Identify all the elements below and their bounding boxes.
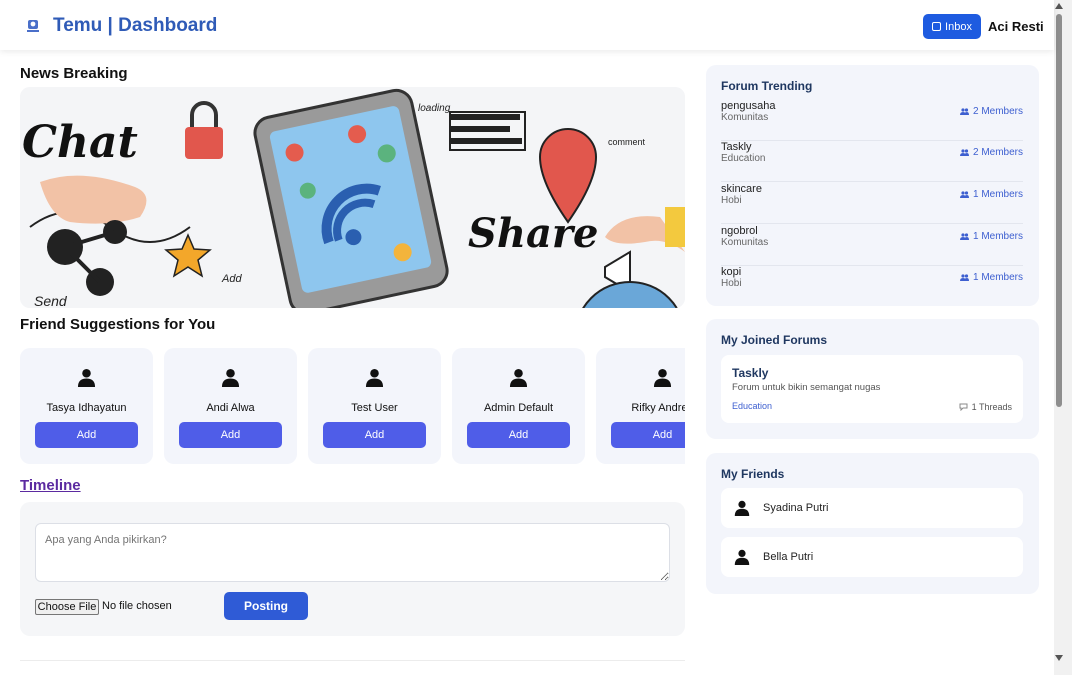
timeline-link[interactable]: Timeline <box>20 477 81 494</box>
joined-forum-description: Forum untuk bikin semangat nugas <box>732 382 881 393</box>
members-icon <box>959 233 969 240</box>
forum-members-count: 1 Members <box>972 189 1023 200</box>
add-friend-button[interactable]: Add <box>35 422 138 448</box>
friend-name: Syadina Putri <box>763 502 829 514</box>
friend-suggestions-carousel[interactable]: Tasya Idhayatun Add Andi Alwa Add Test U… <box>20 348 685 464</box>
divider <box>20 660 685 661</box>
top-navbar: Temu | Dashboard Inbox Aci Resti <box>0 0 1054 50</box>
inbox-button[interactable]: Inbox <box>923 14 981 39</box>
suggestions-section-title: Friend Suggestions for You <box>20 316 216 333</box>
svg-text:comment: comment <box>608 137 646 147</box>
brand-title[interactable]: Temu | Dashboard <box>53 15 217 37</box>
user-icon <box>509 368 528 387</box>
user-name[interactable]: Aci Resti <box>988 19 1044 34</box>
members-icon <box>959 274 969 281</box>
app-logo-icon[interactable] <box>24 17 42 35</box>
joined-forum-threads-count: 1 Threads <box>971 402 1012 412</box>
friend-card[interactable]: Bella Putri <box>721 537 1023 577</box>
joined-forum-card[interactable]: Taskly Forum untuk bikin semangat nugas … <box>721 355 1023 423</box>
suggestion-name: Rifky Andrea <box>631 402 685 414</box>
forum-trending-item[interactable]: Taskly Education 2 Members <box>721 141 1023 182</box>
news-section-title: News Breaking <box>20 65 128 82</box>
suggestion-name: Admin Default <box>483 402 554 414</box>
suggestion-name: Andi Alwa <box>206 402 255 414</box>
forum-name: pengusaha <box>721 100 776 112</box>
forum-name: Taskly <box>721 141 752 153</box>
joined-forum-name: Taskly <box>732 366 769 380</box>
forum-trending-item[interactable]: ngobrol Komunitas 1 Members <box>721 225 1023 266</box>
forum-members: 2 Members <box>959 147 1023 158</box>
choose-file-button[interactable]: Choose File <box>35 599 99 615</box>
members-icon <box>959 108 969 115</box>
inbox-label: Inbox <box>945 20 972 33</box>
svg-text:Add: Add <box>221 273 242 285</box>
joined-forums-title: My Joined Forums <box>721 333 828 347</box>
forum-members: 2 Members <box>959 106 1023 117</box>
forum-members-count: 2 Members <box>972 106 1023 117</box>
user-icon <box>77 368 96 387</box>
forum-trending-item[interactable]: pengusaha Komunitas 2 Members <box>721 100 1023 141</box>
forum-members-count: 1 Members <box>972 272 1023 283</box>
forum-members: 1 Members <box>959 189 1023 200</box>
my-friends-title: My Friends <box>721 467 785 481</box>
user-icon <box>734 549 750 565</box>
forum-members: 1 Members <box>959 231 1023 242</box>
scroll-up-arrow-icon[interactable] <box>1055 3 1063 9</box>
suggestion-name: Test User <box>351 402 398 414</box>
friend-name: Bella Putri <box>763 551 814 563</box>
forum-members-count: 2 Members <box>972 147 1023 158</box>
inbox-icon <box>932 22 942 31</box>
forum-name: kopi <box>721 266 742 278</box>
friend-card[interactable]: Syadina Putri <box>721 488 1023 528</box>
add-friend-button[interactable]: Add <box>179 422 282 448</box>
scrollbar-thumb[interactable] <box>1056 14 1062 407</box>
user-icon <box>365 368 384 387</box>
svg-text:Chat: Chat <box>22 117 138 168</box>
forum-name: skincare <box>721 183 762 195</box>
add-friend-button[interactable]: Add <box>323 422 426 448</box>
members-icon <box>959 191 969 198</box>
user-icon <box>221 368 240 387</box>
forum-category: Hobi <box>721 195 742 206</box>
social-media-illustration: Chat Share loading comment Add Send <box>20 87 685 308</box>
add-friend-button[interactable]: Add <box>467 422 570 448</box>
joined-forum-threads: 1 Threads <box>959 402 1012 412</box>
svg-text:loading: loading <box>418 103 451 114</box>
forum-category: Komunitas <box>721 112 769 123</box>
suggestion-card: Andi Alwa Add <box>164 348 297 464</box>
posting-button[interactable]: Posting <box>224 592 308 620</box>
svg-text:Share: Share <box>468 210 598 257</box>
add-friend-button[interactable]: Add <box>611 422 685 448</box>
forum-category: Hobi <box>721 278 742 289</box>
suggestion-name: Tasya Idhayatun <box>46 402 127 414</box>
forum-trending-item[interactable]: kopi Hobi 1 Members <box>721 266 1023 307</box>
forum-trending-title: Forum Trending <box>721 79 813 93</box>
forum-members-count: 1 Members <box>972 231 1023 242</box>
post-textarea[interactable] <box>35 523 670 582</box>
user-icon <box>734 500 750 516</box>
news-banner-image[interactable]: Chat Share loading comment Add Send <box>20 87 685 308</box>
suggestion-card: Test User Add <box>308 348 441 464</box>
forum-members: 1 Members <box>959 272 1023 283</box>
chat-bubble-icon <box>959 403 968 411</box>
forum-category: Komunitas <box>721 237 769 248</box>
forum-category: Education <box>721 153 766 164</box>
members-icon <box>959 149 969 156</box>
forum-name: ngobrol <box>721 225 758 237</box>
suggestion-card: Tasya Idhayatun Add <box>20 348 153 464</box>
suggestion-card: Rifky Andrea Add <box>596 348 685 464</box>
file-status-text: No file chosen <box>102 600 172 612</box>
forum-trending-item[interactable]: skincare Hobi 1 Members <box>721 183 1023 224</box>
suggestion-card: Admin Default Add <box>452 348 585 464</box>
scroll-down-arrow-icon[interactable] <box>1055 655 1063 661</box>
joined-forum-category: Education <box>732 401 773 411</box>
user-icon <box>653 368 672 387</box>
svg-text:Send: Send <box>34 293 68 308</box>
